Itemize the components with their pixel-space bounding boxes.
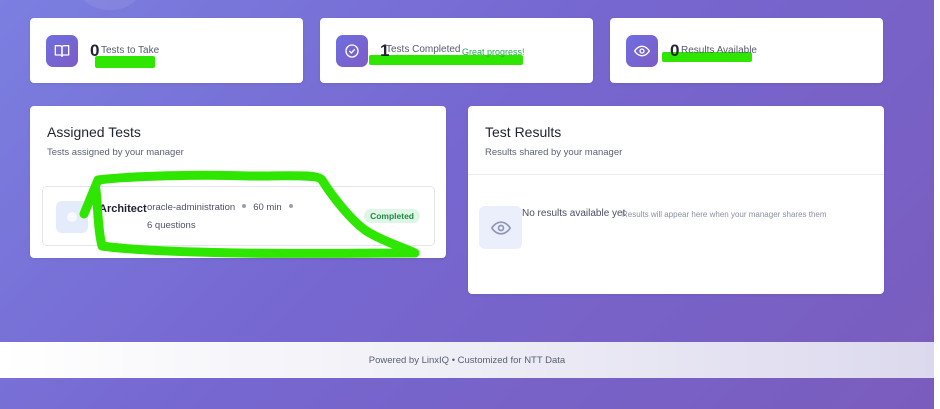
footer: Powered by LinxIQ • Customized for NTT D… — [0, 342, 934, 378]
test-thumbnail-icon — [56, 201, 88, 233]
status-badge: Completed — [364, 209, 420, 223]
stat-label: Tests Completed — [386, 44, 461, 55]
stat-card-tests-completed: 1 Tests Completed Great progress! — [320, 18, 593, 83]
scrollbar[interactable] — [934, 0, 940, 409]
test-name: Architect — [99, 203, 147, 215]
stat-extra-message: Great progress! — [462, 47, 525, 57]
assigned-tests-panel: Assigned Tests Tests assigned by your ma… — [30, 106, 446, 258]
panel-title: Assigned Tests — [47, 124, 141, 140]
test-question-count: 6 questions — [147, 220, 196, 231]
test-results-panel: Test Results Results shared by your mana… — [468, 106, 884, 294]
highlight-mark — [95, 56, 155, 68]
empty-state-subtitle: Results will appear here when your manag… — [622, 210, 827, 219]
empty-state-title: No results available yet — [522, 208, 626, 219]
stat-value: 0 — [670, 41, 680, 60]
check-circle-icon — [336, 35, 368, 67]
panel-title: Test Results — [485, 124, 562, 140]
test-duration: 60 min — [253, 202, 282, 213]
stat-card-results-available: 0 Results Available — [610, 18, 883, 83]
background-decoration — [80, 0, 140, 10]
stat-label: Results Available — [681, 45, 757, 56]
eye-icon — [479, 206, 522, 249]
divider — [468, 174, 884, 175]
panel-subtitle: Tests assigned by your manager — [47, 147, 184, 158]
book-icon — [46, 35, 78, 67]
stat-card-tests-to-take: 0 Tests to Take — [30, 18, 303, 83]
stat-value: 0 — [90, 41, 100, 60]
test-category: oracle-administration — [147, 202, 236, 213]
stat-label: Tests to Take — [101, 45, 160, 56]
test-list-item[interactable]: Architect oracle-administration 60 min 6 … — [42, 186, 435, 246]
panel-subtitle: Results shared by your manager — [485, 147, 623, 158]
test-meta: oracle-administration 60 min — [147, 202, 300, 213]
eye-icon — [626, 35, 658, 67]
